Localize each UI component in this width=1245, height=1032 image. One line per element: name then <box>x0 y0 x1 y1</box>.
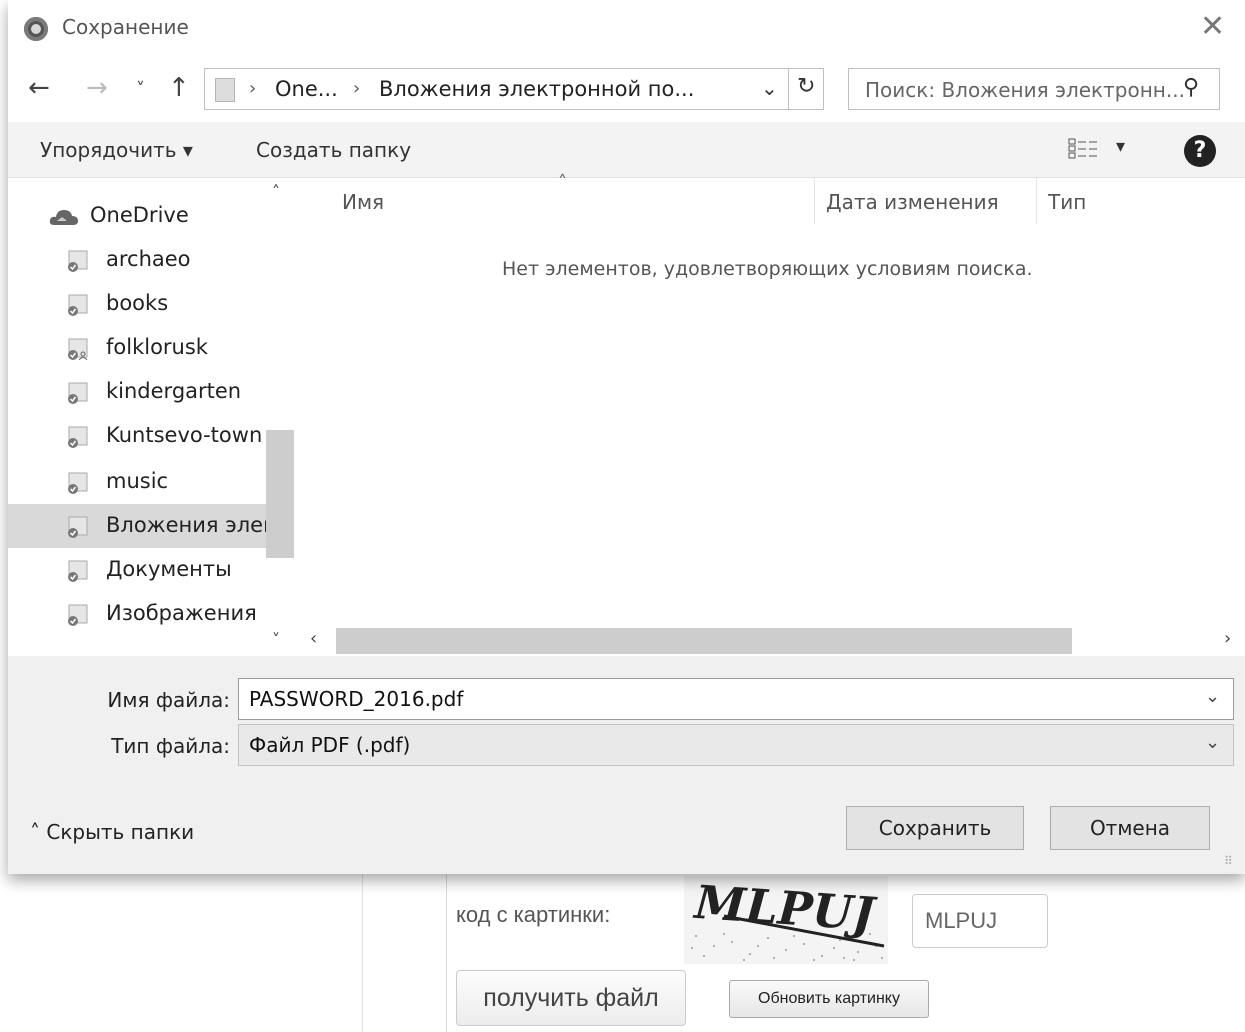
navigation-tree: OneDrive archaeo books folklorusk kinder… <box>8 178 266 656</box>
title-bar: Сохранение ✕ <box>8 0 1245 58</box>
forward-arrow-icon[interactable]: → <box>86 72 108 104</box>
tree-item-label: kindergarten <box>106 379 242 403</box>
tree-item-books[interactable]: books <box>8 282 266 326</box>
tree-item-label: books <box>106 291 169 315</box>
get-file-button[interactable]: получить файл <box>456 970 686 1026</box>
tree-item-label: folklorusk <box>106 335 208 359</box>
tree-item-label: music <box>106 469 169 493</box>
column-header-type[interactable]: Тип <box>1048 190 1086 214</box>
view-options-icon[interactable] <box>1068 137 1098 161</box>
tree-item-images[interactable]: Изображения <box>8 592 266 636</box>
filetype-select[interactable]: Файл PDF (.pdf) ⌄ <box>238 724 1234 766</box>
hide-folders-toggle[interactable]: ˄ Скрыть папки <box>30 820 194 844</box>
filename-field[interactable]: PASSWORD_2016.pdf ⌄ <box>238 678 1234 720</box>
tree-item-label: Документы <box>106 557 232 581</box>
tree-item-kindergarten[interactable]: kindergarten <box>8 370 266 414</box>
refresh-captcha-button[interactable]: Обновить картинку <box>729 980 929 1018</box>
view-dropdown-icon[interactable]: ▾ <box>1116 136 1125 157</box>
save-button[interactable]: Сохранить <box>846 806 1024 850</box>
chevron-down-icon[interactable]: ⌄ <box>1205 686 1220 707</box>
scrollbar-thumb[interactable] <box>266 430 294 558</box>
tree-item-label: Вложения элект <box>106 513 266 537</box>
resize-grip-icon[interactable]: ⠿ <box>1224 854 1233 868</box>
column-divider[interactable] <box>1036 178 1037 224</box>
tree-item-folklorusk[interactable]: folklorusk <box>8 326 266 370</box>
synced-folder-icon <box>68 294 88 316</box>
search-input[interactable]: Поиск: Вложения электронн... ⚲ <box>848 68 1220 110</box>
tree-item-documents[interactable]: Документы <box>8 548 266 592</box>
filetype-value: Файл PDF (.pdf) <box>249 733 411 757</box>
scroll-up-icon[interactable]: ˄ <box>272 182 280 201</box>
browser-pane: OneDrive archaeo books folklorusk kinder… <box>8 172 1245 656</box>
breadcrumb-separator-icon: › <box>249 78 257 99</box>
captcha-image: MLPUJ <box>684 876 888 964</box>
scroll-right-icon[interactable]: › <box>1224 628 1231 649</box>
chrome-app-icon <box>24 17 48 41</box>
tree-item-music[interactable]: music <box>8 460 266 504</box>
dialog-title: Сохранение <box>62 15 189 39</box>
captcha-input[interactable]: MLPUJ <box>912 894 1048 948</box>
tree-item-label: OneDrive <box>90 203 189 227</box>
tree-scrollbar[interactable]: ˄ ˅ <box>266 178 294 656</box>
synced-folder-icon <box>68 560 88 582</box>
tree-item-label: archaeo <box>106 247 191 271</box>
address-bar[interactable]: › One... › Вложения электронной по... ⌄ … <box>204 68 824 110</box>
navigation-bar: ← → ˅ ↑ › One... › Вложения электронной … <box>8 58 1245 122</box>
column-header-name[interactable]: Имя <box>342 190 384 214</box>
breadcrumb-onedrive[interactable]: One... <box>275 77 338 101</box>
scrollbar-thumb[interactable] <box>336 628 1072 654</box>
tree-item-onedrive[interactable]: OneDrive <box>8 194 266 238</box>
chevron-down-icon[interactable]: ⌄ <box>761 76 778 100</box>
tree-item-label: Изображения <box>106 601 257 625</box>
cloud-icon <box>49 210 78 225</box>
close-icon[interactable]: ✕ <box>1200 12 1225 42</box>
scroll-left-icon[interactable]: ‹ <box>310 628 317 649</box>
synced-folder-icon <box>68 516 88 538</box>
search-icon[interactable]: ⚲ <box>1183 75 1199 100</box>
column-header-date[interactable]: Дата изменения <box>826 190 999 214</box>
command-toolbar: Упорядочить ▾ Создать папку ▾ ? <box>8 122 1245 178</box>
save-dialog: Сохранение ✕ ← → ˅ ↑ › One... › Вложения… <box>8 0 1245 874</box>
empty-results-message: Нет элементов, удовлетворяющих условиям … <box>502 258 1033 280</box>
filetype-label: Тип файла: <box>111 734 230 758</box>
file-list: ˄ Имя Дата изменения Тип Нет элементов, … <box>302 172 1245 656</box>
filename-value[interactable]: PASSWORD_2016.pdf <box>249 687 463 711</box>
synced-folder-icon <box>68 250 88 272</box>
breadcrumb-separator-icon: › <box>353 78 361 99</box>
synced-folder-icon <box>68 604 88 626</box>
synced-folder-icon <box>68 382 88 404</box>
up-arrow-icon[interactable]: ↑ <box>168 72 190 104</box>
chevron-down-icon[interactable]: ⌄ <box>1205 732 1220 753</box>
shared-folder-icon <box>68 338 88 361</box>
horizontal-scrollbar[interactable]: ‹ › <box>302 626 1245 656</box>
tree-item-archaeo[interactable]: archaeo <box>8 238 266 282</box>
recent-locations-icon[interactable]: ˅ <box>136 74 145 106</box>
sort-ascending-icon: ˄ <box>558 172 567 193</box>
tree-item-attachments[interactable]: Вложения элект <box>8 504 266 548</box>
divider <box>788 69 789 109</box>
tree-item-kuntsevo-town[interactable]: Kuntsevo-town <box>8 414 266 458</box>
tree-item-label: Kuntsevo-town <box>106 423 263 447</box>
column-divider[interactable] <box>814 178 815 224</box>
folder-icon <box>215 78 235 102</box>
synced-folder-icon <box>68 472 88 494</box>
back-arrow-icon[interactable]: ← <box>28 72 50 104</box>
refresh-icon[interactable]: ↻ <box>797 74 815 99</box>
search-placeholder: Поиск: Вложения электронн... <box>865 78 1185 102</box>
organize-menu-button[interactable]: Упорядочить ▾ <box>40 138 193 162</box>
save-options-panel: Имя файла: PASSWORD_2016.pdf ⌄ Тип файла… <box>8 656 1245 874</box>
synced-folder-icon <box>68 426 88 448</box>
scroll-down-icon[interactable]: ˅ <box>272 630 280 649</box>
breadcrumb-current-folder[interactable]: Вложения электронной по... <box>379 77 694 101</box>
captcha-label: код с картинки: <box>456 902 611 927</box>
help-icon[interactable]: ? <box>1184 135 1216 167</box>
filename-label: Имя файла: <box>107 688 230 712</box>
cancel-button[interactable]: Отмена <box>1050 806 1210 850</box>
new-folder-button[interactable]: Создать папку <box>256 138 411 162</box>
